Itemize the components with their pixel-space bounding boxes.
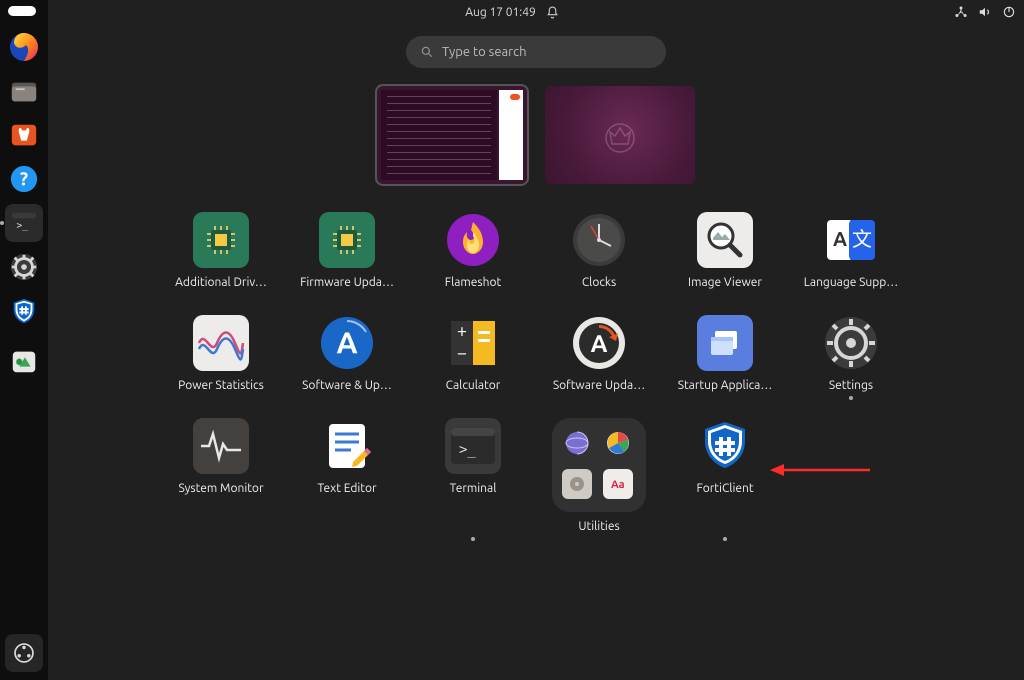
search-input[interactable]: Type to search xyxy=(406,36,666,68)
forticlient-icon xyxy=(697,418,753,474)
settings-icon xyxy=(823,315,879,371)
system-monitor-icon xyxy=(193,418,249,474)
dock-item-firefox[interactable] xyxy=(5,28,43,66)
app-clocks[interactable]: Clocks xyxy=(536,212,662,289)
text-editor-icon xyxy=(319,418,375,474)
app-software-updater[interactable]: A Software Upda… xyxy=(536,315,662,392)
svg-text:A: A xyxy=(336,325,357,359)
app-settings[interactable]: Settings xyxy=(788,315,914,392)
dock-item-help[interactable]: ? xyxy=(5,160,43,198)
activities-pill[interactable] xyxy=(8,6,36,16)
app-terminal[interactable]: >_ Terminal xyxy=(410,418,536,533)
search-icon xyxy=(420,45,434,59)
annotation-arrow xyxy=(770,460,870,484)
app-power-statistics[interactable]: Power Statistics xyxy=(158,315,284,392)
workspace-2[interactable] xyxy=(545,86,695,184)
software-updates-icon: A xyxy=(319,315,375,371)
loupe-icon xyxy=(697,212,753,268)
workspace-1[interactable] xyxy=(377,86,527,184)
dock-item-settings[interactable] xyxy=(5,248,43,286)
app-language-support[interactable]: A文 Language Supp… xyxy=(788,212,914,289)
app-calculator[interactable]: +− Calculator xyxy=(410,315,536,392)
chip-icon xyxy=(319,212,375,268)
dock-item-ubuntu-software[interactable] xyxy=(5,116,43,154)
clock-icon xyxy=(571,212,627,268)
app-firmware-updater[interactable]: Firmware Upda… xyxy=(284,212,410,289)
app-software-and-updates[interactable]: A Software & Up… xyxy=(284,315,410,392)
folder-icon: Aa xyxy=(552,418,646,512)
terminal-icon: >_ xyxy=(445,418,501,474)
dock-item-files[interactable] xyxy=(5,72,43,110)
dock: ? >_ xyxy=(0,0,48,680)
app-additional-drivers[interactable]: Additional Driv… xyxy=(158,212,284,289)
app-text-editor[interactable]: Text Editor xyxy=(284,418,410,533)
dock-item-forticlient[interactable] xyxy=(5,292,43,330)
app-flameshot[interactable]: Flameshot xyxy=(410,212,536,289)
top-bar: Aug 17 01:49 xyxy=(0,0,1024,24)
svg-text:文: 文 xyxy=(852,227,872,250)
svg-text:>_: >_ xyxy=(459,442,476,458)
svg-text:?: ? xyxy=(20,169,28,190)
chip-icon xyxy=(193,212,249,268)
svg-text:Aa: Aa xyxy=(611,479,625,491)
application-grid: Additional Driv… Firmware Upda… Flamesho… xyxy=(158,212,914,533)
workspace-switcher xyxy=(48,86,1024,184)
volume-icon xyxy=(978,5,992,19)
system-status-area[interactable] xyxy=(954,0,1016,24)
activities-overview: Type to search Additional Driv… Firmware… xyxy=(48,24,1024,680)
svg-text:−: − xyxy=(457,343,467,363)
language-icon: A文 xyxy=(823,212,879,268)
dock-item-trash[interactable] xyxy=(5,342,43,380)
power-icon xyxy=(1002,5,1016,19)
app-image-viewer[interactable]: Image Viewer xyxy=(662,212,788,289)
svg-text:A: A xyxy=(591,330,608,357)
app-system-monitor[interactable]: System Monitor xyxy=(158,418,284,533)
app-folder-utilities[interactable]: Aa Utilities xyxy=(536,418,662,533)
calculator-icon: +− xyxy=(445,315,501,371)
search-placeholder: Type to search xyxy=(442,45,527,59)
app-startup-applications[interactable]: Startup Applica… xyxy=(662,315,788,392)
svg-text:>_: >_ xyxy=(17,221,29,232)
network-icon xyxy=(954,5,968,19)
power-stats-icon xyxy=(193,315,249,371)
notifications-icon[interactable] xyxy=(546,6,559,19)
svg-text:+: + xyxy=(457,321,467,341)
clock-label[interactable]: Aug 17 01:49 xyxy=(465,6,536,19)
show-applications-button[interactable] xyxy=(5,634,43,672)
dock-item-terminal[interactable]: >_ xyxy=(5,204,43,242)
startup-apps-icon xyxy=(697,315,753,371)
svg-text:A: A xyxy=(833,227,847,250)
flameshot-icon xyxy=(445,212,501,268)
software-updater-icon: A xyxy=(571,315,627,371)
